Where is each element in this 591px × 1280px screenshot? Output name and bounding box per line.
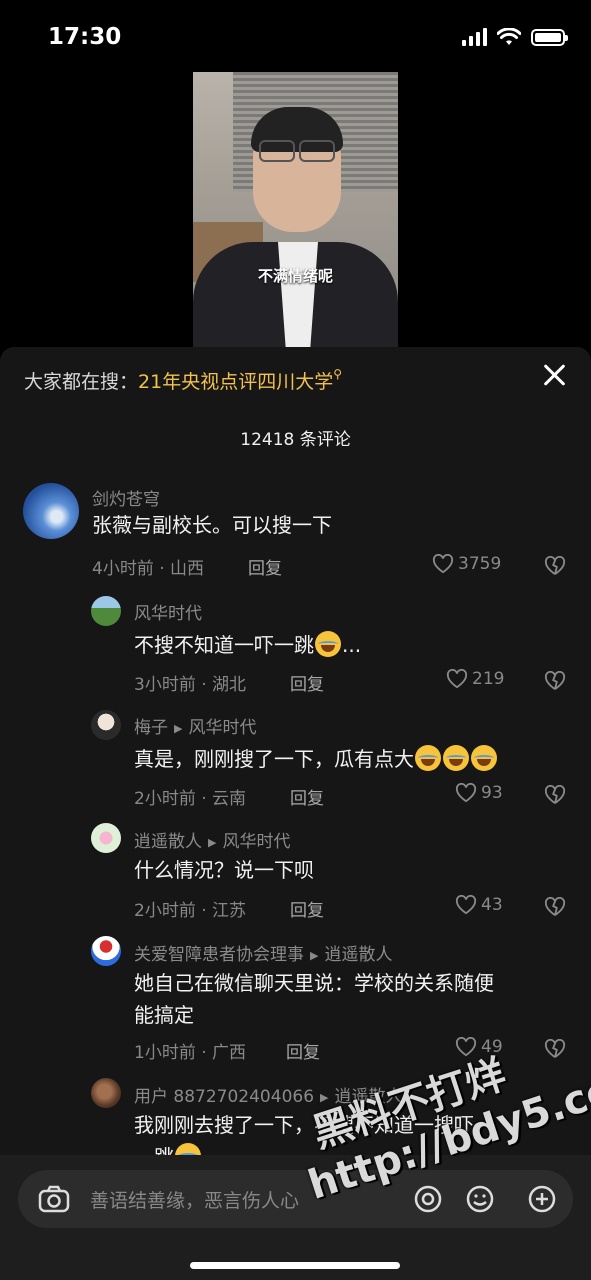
wifi-icon [497, 28, 521, 45]
cellular-signal-icon [462, 28, 487, 46]
broken-heart-icon[interactable] [544, 897, 566, 917]
reply-button[interactable]: 回复 [290, 896, 324, 921]
like-button[interactable]: 3759 [432, 554, 501, 574]
battery-icon [531, 28, 568, 46]
avatar[interactable] [91, 823, 121, 853]
comment-username[interactable]: 剑灼苍穹 [92, 485, 160, 510]
laughing-emoji-icon [315, 631, 341, 657]
broken-heart-icon[interactable] [544, 671, 566, 691]
avatar[interactable] [91, 596, 121, 626]
reply-button[interactable]: 回复 [290, 670, 324, 695]
like-button[interactable]: 219 [446, 669, 504, 689]
video-subtitle: 不满情绪呢 [257, 267, 333, 285]
laughing-emoji-icon [415, 745, 441, 771]
reply-arrow-icon: ▶ [310, 948, 319, 962]
video-player[interactable]: 不满情绪呢 [193, 72, 398, 347]
broken-heart-icon[interactable] [544, 785, 566, 805]
reply-button[interactable]: 回复 [248, 554, 282, 579]
emoji-icon[interactable] [465, 1184, 495, 1214]
like-button[interactable]: 43 [455, 895, 503, 915]
reply-arrow-icon: ▶ [320, 1090, 329, 1104]
like-count: 3759 [458, 554, 502, 574]
comment-meta: 1小时前 · 广西 [134, 1043, 247, 1063]
camera-icon[interactable] [38, 1184, 70, 1214]
plus-icon[interactable] [527, 1184, 557, 1214]
mention-icon[interactable] [413, 1184, 443, 1214]
comment-count: 12418 条评论 [240, 430, 351, 450]
reply-arrow-icon: ▶ [208, 835, 217, 849]
heart-icon [455, 1037, 477, 1057]
search-icon: ⚲ [333, 367, 342, 381]
laughing-emoji-icon [443, 745, 469, 771]
heart-icon [446, 669, 468, 689]
like-button[interactable]: 49 [455, 1037, 503, 1057]
status-time: 17:30 [48, 24, 122, 50]
comment-text: 什么情况？说一下呗 [134, 858, 314, 882]
comment-text: 真是，刚刚搜了一下，瓜有点大 [134, 743, 498, 775]
avatar[interactable] [91, 1078, 121, 1108]
home-indicator [190, 1262, 400, 1269]
comment-meta: 4小时前 · 山西 [92, 559, 205, 579]
comment-text: 不搜不知道一吓一跳... [134, 631, 362, 657]
status-icons [462, 28, 568, 46]
like-count: 49 [481, 1037, 503, 1057]
search-prefix: 大家都在搜： [24, 371, 139, 393]
comment-username[interactable]: 关爱智障患者协会理事 ▶ 逍遥散人 [134, 940, 392, 965]
input-placeholder[interactable]: 善语结善缘，恶言伤人心 [90, 1186, 299, 1213]
trending-search[interactable]: 大家都在搜：21年央视点评四川大学⚲ [24, 367, 342, 394]
close-button[interactable] [541, 361, 569, 389]
comment-text: 张薇与副校长。可以搜一下 [92, 513, 332, 537]
broken-heart-icon[interactable] [544, 1039, 566, 1059]
comment-input[interactable]: 善语结善缘，恶言伤人心 [18, 1170, 573, 1228]
heart-icon [455, 783, 477, 803]
laughing-emoji-icon [471, 745, 497, 771]
comment-username[interactable]: 逍遥散人 ▶ 风华时代 [134, 827, 290, 852]
comment-username[interactable]: 风华时代 [134, 599, 202, 624]
heart-icon [455, 895, 477, 915]
search-term[interactable]: 21年央视点评四川大学 [138, 371, 333, 393]
like-count: 93 [481, 783, 503, 803]
status-bar: 17:30 [0, 0, 591, 72]
comment-text: 她自己在微信聊天里说：学校的关系随便 能搞定 [134, 971, 494, 1027]
like-count: 43 [481, 895, 503, 915]
comment-meta: 2小时前 · 江苏 [134, 901, 247, 921]
broken-heart-icon[interactable] [544, 556, 566, 576]
comment-meta: 2小时前 · 云南 [134, 789, 247, 809]
like-button[interactable]: 93 [455, 783, 503, 803]
avatar[interactable] [91, 936, 121, 966]
reply-button[interactable]: 回复 [286, 1038, 320, 1063]
comment-username[interactable]: 用户 8872702404066 ▶ 逍遥散人 [134, 1082, 402, 1107]
avatar[interactable] [23, 483, 79, 539]
glasses [255, 140, 339, 164]
comment-input-bar: 善语结善缘，恶言伤人心 [0, 1155, 591, 1280]
avatar[interactable] [91, 710, 121, 740]
comments-panel: 大家都在搜：21年央视点评四川大学⚲ 12418 条评论 剑灼苍穹 张薇与副校长… [0, 347, 591, 1280]
like-count: 219 [472, 669, 505, 689]
reply-arrow-icon: ▶ [174, 721, 183, 735]
comment-meta: 3小时前 · 湖北 [134, 675, 247, 695]
heart-icon [432, 554, 454, 574]
comment-username[interactable]: 梅子 ▶ 风华时代 [134, 713, 256, 738]
reply-button[interactable]: 回复 [290, 784, 324, 809]
